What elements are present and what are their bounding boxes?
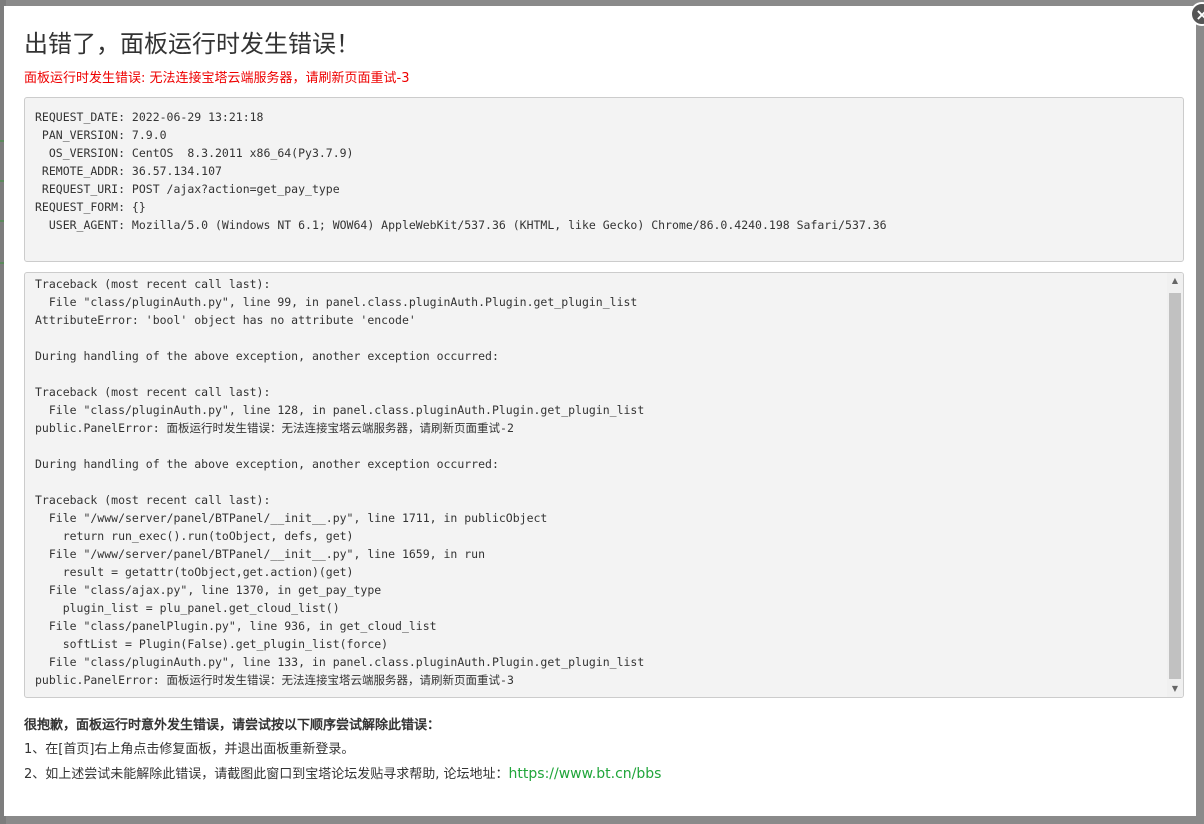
traceback-text[interactable]: Traceback (most recent call last): File … (35, 275, 1165, 689)
forum-link[interactable]: https://www.bt.cn/bbs (509, 766, 662, 782)
scroll-down-icon[interactable]: ▼ (1167, 681, 1183, 697)
scroll-up-icon[interactable]: ▲ (1167, 273, 1183, 289)
request-info-box: REQUEST_DATE: 2022-06-29 13:21:18 PAN_VE… (24, 97, 1184, 262)
error-message: 面板运行时发生错误: 无法连接宝塔云端服务器，请刷新页面重试-3 (24, 71, 410, 86)
traceback-scrollbar[interactable]: ▲ ▼ (1167, 273, 1183, 697)
close-icon[interactable]: × (1190, 2, 1204, 26)
help-step-2-text: 2、如上述尝试未能解除此错误，请截图此窗口到宝塔论坛发贴寻求帮助, 论坛地址： (24, 767, 509, 782)
traceback-box[interactable]: Traceback (most recent call last): File … (24, 272, 1184, 698)
error-dialog: × 出错了，面板运行时发生错误！ 面板运行时发生错误: 无法连接宝塔云端服务器，… (4, 2, 1204, 816)
help-step-1: 1、在[首页]右上角点击修复面板，并退出面板重新登录。 (24, 742, 355, 757)
request-info-text[interactable]: REQUEST_DATE: 2022-06-29 13:21:18 PAN_VE… (35, 108, 1183, 234)
page-title: 出错了，面板运行时发生错误！ (24, 30, 360, 58)
scrollbar-thumb[interactable] (1169, 293, 1181, 679)
help-heading: 很抱歉，面板运行时意外发生错误，请尝试按以下顺序尝试解除此错误： (24, 718, 441, 733)
help-section: 很抱歉，面板运行时意外发生错误，请尝试按以下顺序尝试解除此错误： 1、在[首页]… (24, 716, 661, 788)
help-step-2: 2、如上述尝试未能解除此错误，请截图此窗口到宝塔论坛发贴寻求帮助, 论坛地址：h… (24, 764, 661, 788)
